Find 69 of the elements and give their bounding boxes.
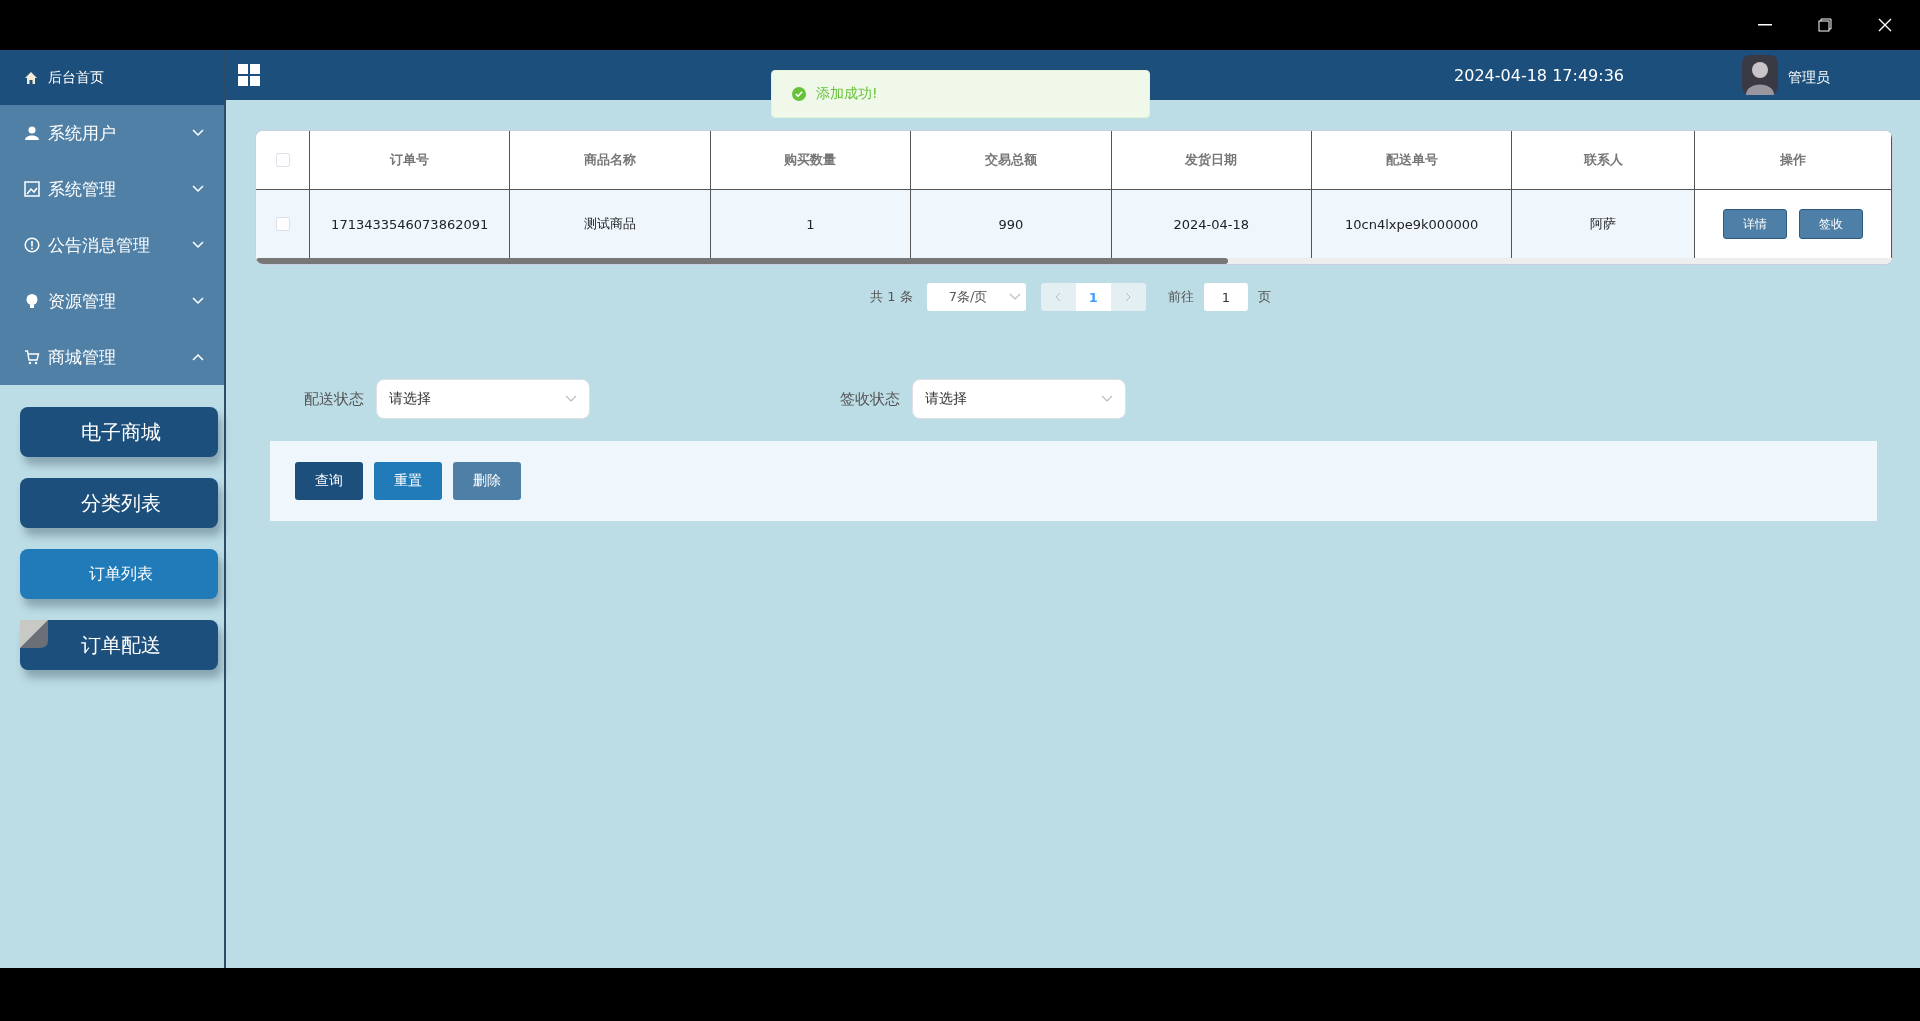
column-header: 配送单号 (1311, 131, 1513, 190)
chevron-down-icon (1009, 293, 1022, 301)
sidebar-item[interactable]: 系统用户 (0, 105, 224, 161)
check-circle-icon (792, 87, 806, 101)
action-button[interactable]: 签收 (1799, 209, 1864, 239)
table-cell: 1713433546073862091 (310, 190, 511, 258)
page-suffix: 页 (1257, 288, 1271, 306)
chevron-down-icon (192, 297, 204, 305)
page-size-select[interactable]: 7条/页 (926, 283, 1026, 311)
table-cell: 10cn4lxpe9k000000 (1311, 190, 1513, 258)
corner-fold-icon (20, 620, 48, 648)
table-cell: 2024-04-18 (1111, 190, 1312, 258)
table-cell: 1 (710, 190, 912, 258)
submenu-button[interactable]: 订单列表 (20, 549, 218, 599)
bulb-icon (24, 293, 40, 309)
column-header: 购买数量 (710, 131, 912, 190)
chevron-down-icon (192, 241, 204, 249)
goto-label: 前往 (1167, 288, 1194, 306)
chevron-down-icon (192, 129, 204, 137)
submenu-button[interactable]: 分类列表 (20, 478, 218, 528)
chevron-down-icon (565, 395, 577, 403)
select-all-checkbox[interactable] (275, 153, 290, 167)
user-icon (24, 125, 40, 141)
grid-menu-icon[interactable] (238, 64, 260, 86)
chevron-right-icon (1124, 292, 1133, 302)
sidebar-item[interactable]: 商城管理 (0, 329, 224, 385)
sidebar-home-item[interactable]: 后台首页 (0, 50, 224, 105)
column-header: 交易总额 (911, 131, 1112, 190)
filter-label: 签收状态 (840, 389, 900, 409)
action-button[interactable]: 详情 (1723, 209, 1788, 239)
column-header: 操作 (1695, 131, 1892, 190)
warning-icon (24, 237, 40, 253)
goto-page-input[interactable]: 1 (1203, 283, 1248, 311)
action-button[interactable]: 重置 (374, 462, 442, 500)
restore-icon[interactable] (1818, 18, 1832, 32)
action-button[interactable]: 删除 (453, 462, 521, 500)
datetime-text: 2024-04-18 17:49:36 (1454, 65, 1624, 85)
success-toast: 添加成功! (771, 70, 1150, 118)
chevron-down-icon (1101, 395, 1113, 403)
table-cell: 测试商品 (510, 190, 711, 258)
submenu-button[interactable]: 电子商城 (20, 407, 218, 457)
column-header: 订单号 (310, 131, 511, 190)
table-cell: 阿萨 (1512, 190, 1696, 258)
sidebar-item[interactable]: 公告消息管理 (0, 217, 224, 273)
total-count: 共 1 条 (870, 288, 913, 306)
cart-icon (24, 349, 40, 365)
status-select[interactable]: 请选择 (376, 379, 590, 419)
close-icon[interactable] (1878, 18, 1892, 32)
table-cell: 990 (911, 190, 1112, 258)
home-icon (24, 70, 38, 85)
row-checkbox[interactable] (275, 217, 290, 231)
filter-label: 配送状态 (304, 389, 364, 409)
image-icon (24, 181, 40, 197)
chevron-left-icon (1054, 292, 1063, 302)
action-button[interactable]: 查询 (295, 462, 363, 500)
chevron-down-icon (192, 185, 204, 193)
column-header: 商品名称 (510, 131, 711, 190)
sidebar-item[interactable]: 系统管理 (0, 161, 224, 217)
avatar-icon[interactable] (1742, 55, 1778, 95)
submenu-button[interactable]: 订单配送 (20, 620, 218, 670)
column-header: 发货日期 (1111, 131, 1312, 190)
page-number[interactable]: 1 (1075, 283, 1111, 311)
sidebar-item[interactable]: 资源管理 (0, 273, 224, 329)
scrollbar-thumb[interactable] (256, 258, 1228, 264)
user-name[interactable]: 管理员 (1788, 69, 1830, 87)
minimize-icon[interactable] (1758, 24, 1772, 26)
chevron-up-icon (192, 353, 204, 361)
column-header: 联系人 (1512, 131, 1696, 190)
status-select[interactable]: 请选择 (912, 379, 1126, 419)
